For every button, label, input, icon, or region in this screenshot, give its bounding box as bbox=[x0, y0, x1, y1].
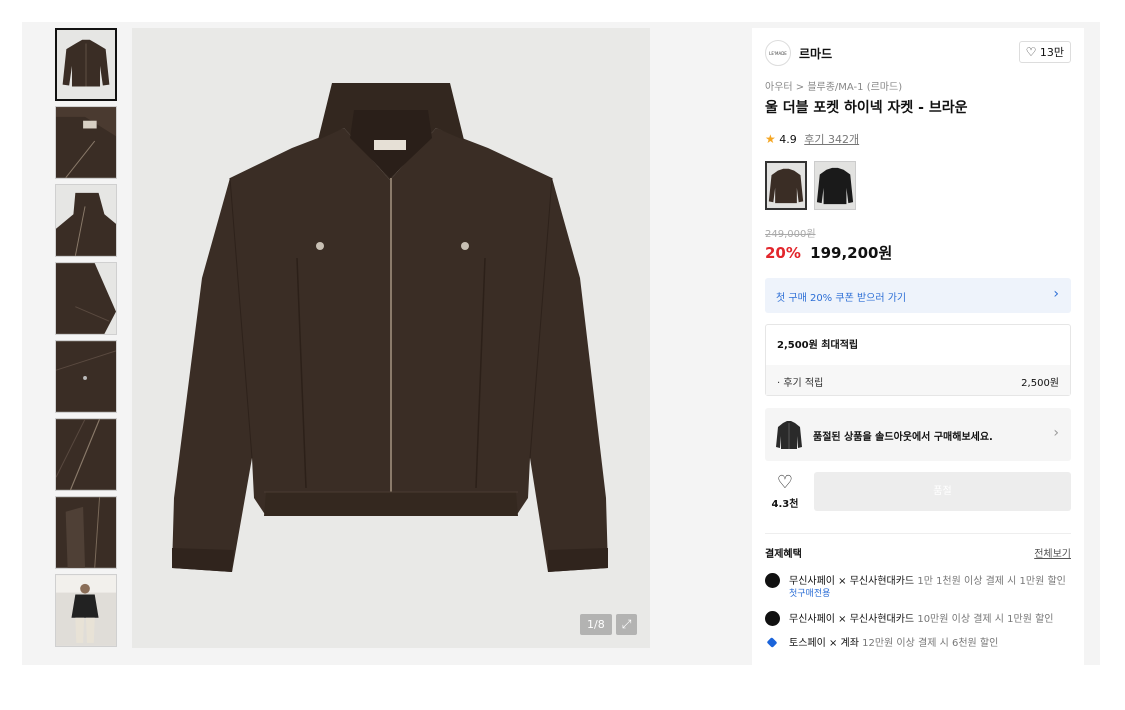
breadcrumb[interactable]: 아우터 > 블루종/MA-1 (르마드) bbox=[765, 78, 902, 93]
thumbnail-1[interactable] bbox=[55, 28, 117, 101]
heart-icon: ♡ bbox=[1025, 45, 1037, 59]
brand-logo[interactable]: LE'MADE bbox=[765, 40, 791, 66]
image-pager: 1/8 bbox=[580, 614, 612, 635]
musinsa-pay-icon bbox=[765, 573, 780, 588]
brand-like-count: 13만 bbox=[1039, 46, 1064, 59]
musinsa-pay-icon bbox=[765, 611, 780, 626]
rating-value: 4.9 bbox=[779, 133, 797, 146]
points-title: 2,500원 최대적립 bbox=[777, 340, 859, 351]
points-row-label: · 후기 적립 bbox=[777, 378, 824, 389]
points-box: 2,500원 최대적립 · 후기 적립 2,500원 bbox=[765, 324, 1071, 396]
points-row: · 후기 적립 2,500원 bbox=[766, 365, 1070, 395]
thumbnail-list bbox=[55, 28, 119, 652]
soldout-text: 품절된 상품을 솔드아웃에서 구매해보세요. bbox=[813, 432, 993, 443]
benefits-see-all-link[interactable]: 전체보기 bbox=[1034, 545, 1071, 560]
product-title: 울 더블 포켓 하이넥 자켓 - 브라운 bbox=[765, 100, 968, 116]
benefit-text: 토스페이 × 계좌 12만원 이상 결제 시 6천원 할인 bbox=[789, 638, 999, 649]
points-row-value: 2,500원 bbox=[1021, 378, 1059, 389]
jacket-illustration bbox=[132, 28, 650, 648]
main-product-image[interactable]: 1/8 ⤢ bbox=[132, 28, 650, 648]
thumbnail-4[interactable] bbox=[55, 262, 117, 335]
thumbnail-2[interactable] bbox=[55, 106, 117, 179]
coupon-banner[interactable]: 첫 구매 20% 쿠폰 받으러 가기 › bbox=[765, 278, 1071, 313]
discount-rate: 20% bbox=[765, 244, 801, 262]
soldout-banner[interactable]: 품절된 상품을 솔드아웃에서 구매해보세요. › bbox=[765, 408, 1071, 461]
toss-pay-icon bbox=[765, 635, 780, 650]
product-info-panel: LE'MADE 르마드 ♡ 13만 아우터 > 블루종/MA-1 (르마드) 울… bbox=[752, 28, 1084, 668]
benefit-text: 무신사페이 × 무신사현대카드 1만 1천원 이상 결제 시 1만원 할인 bbox=[789, 576, 1066, 587]
benefit-text: 무신사페이 × 무신사현대카드 10만원 이상 결제 시 1만원 할인 bbox=[789, 614, 1054, 625]
buy-button[interactable]: 품절 bbox=[814, 472, 1071, 511]
brand-like-button[interactable]: ♡ 13만 bbox=[1018, 41, 1071, 63]
thumbnail-5[interactable] bbox=[55, 340, 117, 413]
original-price: 249,000원 bbox=[765, 229, 816, 240]
star-icon: ★ bbox=[765, 132, 776, 146]
coupon-text: 첫 구매 20% 쿠폰 받으러 가기 bbox=[776, 293, 907, 304]
wishlist-button[interactable]: ♡ 4.3천 bbox=[765, 472, 805, 511]
thumbnail-8[interactable] bbox=[55, 574, 117, 647]
divider bbox=[765, 533, 1071, 534]
thumbnail-3[interactable] bbox=[55, 184, 117, 257]
brand-row: LE'MADE 르마드 ♡ 13만 bbox=[765, 40, 1071, 66]
thumbnail-7[interactable] bbox=[55, 496, 117, 569]
chevron-right-icon: › bbox=[1053, 425, 1059, 441]
sale-price: 199,200원 bbox=[810, 244, 893, 262]
review-link[interactable]: 후기 342개 bbox=[804, 133, 859, 146]
benefits-title: 결제혜택 bbox=[765, 549, 802, 560]
color-swatch-brown[interactable] bbox=[765, 161, 807, 210]
wishlist-count: 4.3천 bbox=[771, 499, 799, 510]
benefit-tag: 첫구매전용 bbox=[789, 589, 831, 599]
price-row: 20% 199,200원 bbox=[765, 242, 892, 263]
thumbnail-6[interactable] bbox=[55, 418, 117, 491]
color-swatch-black[interactable] bbox=[814, 161, 857, 210]
rating-row: ★ 4.9 후기 342개 bbox=[765, 131, 859, 147]
heart-icon: ♡ bbox=[776, 472, 794, 493]
brand-name[interactable]: 르마드 bbox=[799, 45, 832, 62]
color-options bbox=[765, 161, 858, 210]
chevron-right-icon: › bbox=[1053, 286, 1059, 302]
jacket-icon bbox=[776, 421, 802, 449]
expand-icon[interactable]: ⤢ bbox=[616, 614, 637, 635]
